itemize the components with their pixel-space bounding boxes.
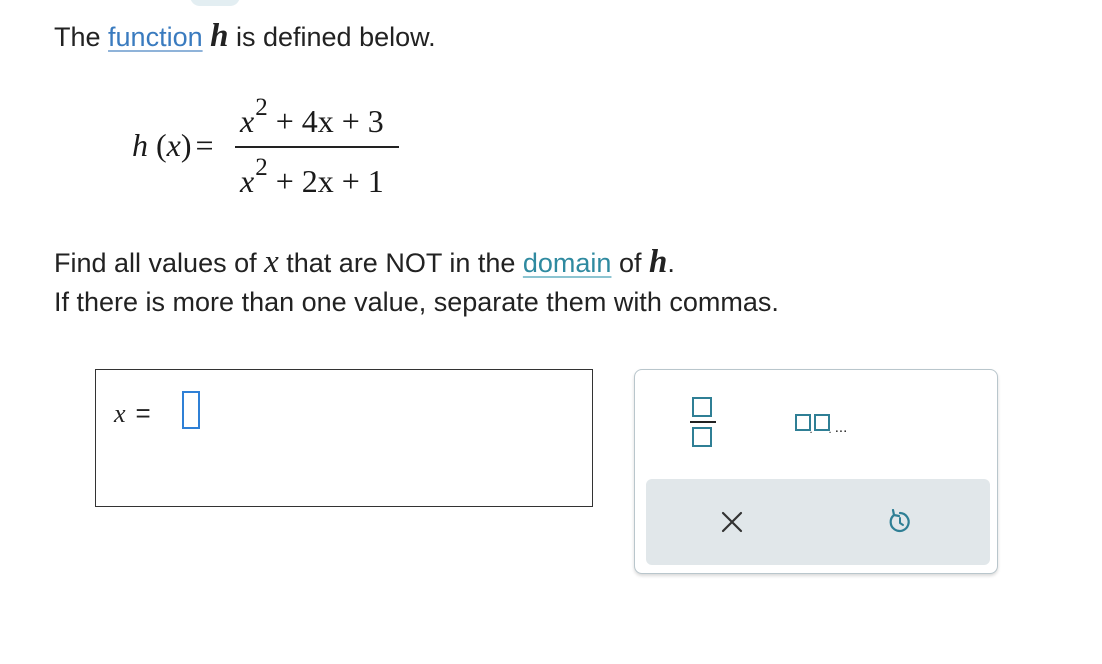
problem-intro: The function h is defined below.: [54, 18, 436, 54]
answer-label: x =: [114, 398, 151, 428]
fraction-bar: [235, 146, 399, 148]
domain-link[interactable]: domain: [523, 248, 612, 278]
problem-instruction: Find all values of x that are NOT in the…: [54, 244, 675, 280]
clear-button[interactable]: [710, 500, 754, 544]
denominator: x2 + 2x + 1: [240, 154, 384, 199]
x-variable: x: [264, 244, 279, 280]
svg-text:,: ,: [828, 424, 831, 433]
h-variable: h: [648, 244, 668, 280]
undo-button[interactable]: [878, 500, 922, 544]
numerator: x2 + 4x + 3: [240, 94, 384, 139]
list-ellipsis: ...: [834, 418, 848, 436]
action-strip: [646, 479, 990, 565]
svg-text:,: ,: [809, 424, 812, 433]
function-definition: h (x) = x2 + 4x + 3 x2 + 2x + 1: [132, 94, 422, 215]
page: The function h is defined below. h (x) = …: [0, 0, 1102, 664]
equation-lhs: h (x) =: [132, 127, 214, 163]
fraction-button[interactable]: [683, 392, 723, 452]
answer-input-area[interactable]: x =: [95, 369, 593, 507]
function-variable: h: [210, 18, 229, 54]
list-icon: , ,: [794, 414, 831, 433]
close-icon: [721, 511, 743, 533]
problem-note: If there is more than one value, separat…: [54, 287, 779, 317]
answer-input-slot[interactable]: [182, 391, 200, 429]
fraction-icon: [690, 397, 716, 447]
top-tab-indicator: [190, 0, 240, 6]
list-button[interactable]: , , ...: [781, 408, 861, 438]
function-link[interactable]: function: [108, 22, 203, 52]
math-tool-panel: , , ...: [634, 369, 998, 574]
undo-icon: [889, 509, 910, 533]
